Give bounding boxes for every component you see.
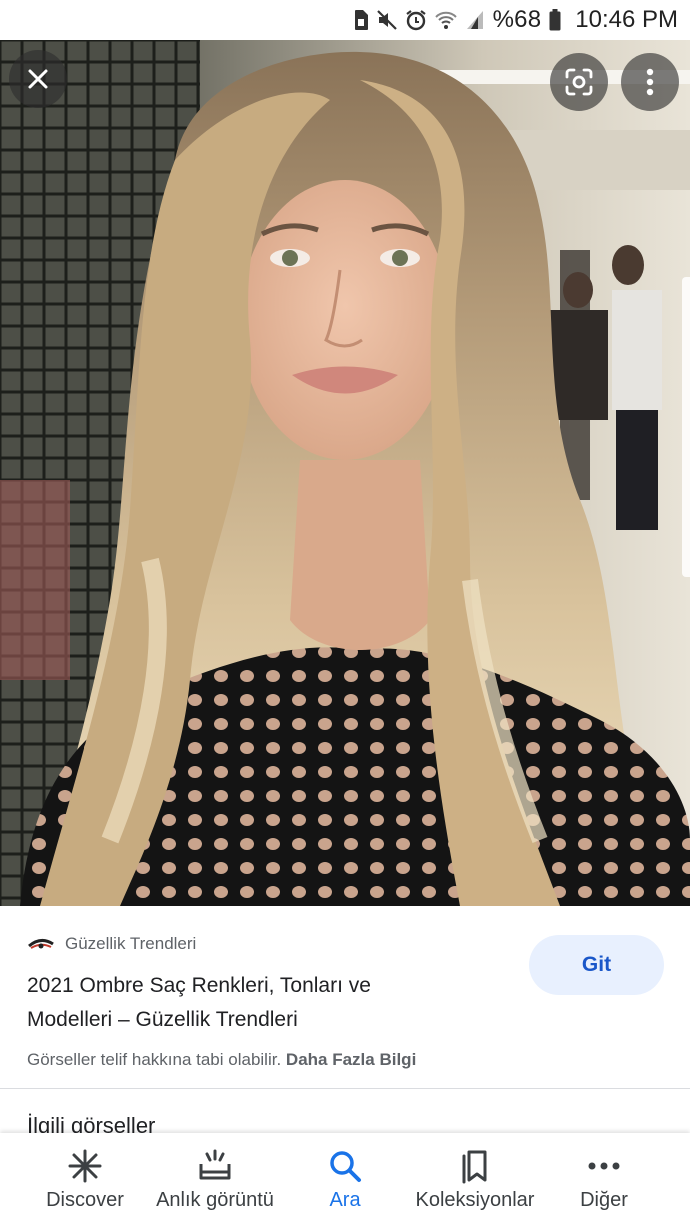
status-icons (353, 9, 485, 31)
snapshot-icon (199, 1149, 231, 1180)
nav-snapshot[interactable]: Anlık görüntü (150, 1133, 280, 1227)
signal-icon (466, 11, 483, 29)
status-bar: %68 10:46 PM (0, 0, 690, 40)
learn-more-link[interactable]: Daha Fazla Bilgi (286, 1050, 416, 1069)
source-logo-icon (28, 939, 54, 949)
search-icon (330, 1151, 361, 1182)
more-vert-icon (646, 68, 654, 96)
visit-button[interactable]: Git (529, 935, 664, 995)
wifi-icon (434, 11, 457, 29)
related-images-heading: İlgili görseller (27, 1113, 156, 1133)
alarm-icon (405, 10, 426, 31)
sim-icon (354, 10, 368, 30)
preview-image[interactable] (0, 40, 690, 906)
google-lens-icon (565, 68, 593, 96)
close-button[interactable] (9, 50, 67, 108)
source-name: Güzellik Trendleri (65, 934, 197, 953)
bottom-navigation: Discover Anlık görüntü Ara Koleksiyonlar… (0, 1133, 690, 1227)
copyright-notice: Görseller telif hakkına tabi olabilir. D… (27, 1050, 416, 1070)
divider (0, 1088, 690, 1089)
result-title[interactable]: 2021 Ombre Saç Renkleri, Tonları ve Mode… (27, 969, 457, 1037)
clock: 10:46 PM (575, 6, 678, 33)
nav-label-search: Ara (329, 1189, 361, 1211)
more-options-button[interactable] (621, 53, 679, 111)
more-horiz-icon (588, 1162, 620, 1170)
nav-search[interactable]: Ara (305, 1133, 385, 1227)
mute-icon (376, 10, 397, 30)
nav-label-discover: Discover (46, 1189, 124, 1211)
nav-discover[interactable]: Discover (27, 1133, 143, 1227)
nav-label-snapshot: Anlık görüntü (156, 1189, 274, 1211)
source-row[interactable]: Güzellik Trendleri (27, 934, 196, 954)
close-icon (28, 69, 48, 89)
copyright-text: Görseller telif hakkına tabi olabilir. (27, 1050, 282, 1069)
google-lens-button[interactable] (550, 53, 608, 111)
side-panel-handle[interactable] (682, 277, 690, 577)
nav-label-collections: Koleksiyonlar (415, 1189, 535, 1211)
result-info-panel: Güzellik Trendleri 2021 Ombre Saç Renkle… (0, 906, 690, 1091)
image-viewer[interactable] (0, 40, 690, 906)
collections-icon (462, 1150, 487, 1184)
nav-collections[interactable]: Koleksiyonlar (410, 1133, 540, 1227)
battery-percent: %68 (492, 6, 542, 33)
nav-label-more: Diğer (580, 1189, 628, 1211)
nav-more[interactable]: Diğer (566, 1133, 642, 1227)
discover-asterisk-icon (68, 1149, 102, 1183)
battery-icon (549, 9, 561, 31)
